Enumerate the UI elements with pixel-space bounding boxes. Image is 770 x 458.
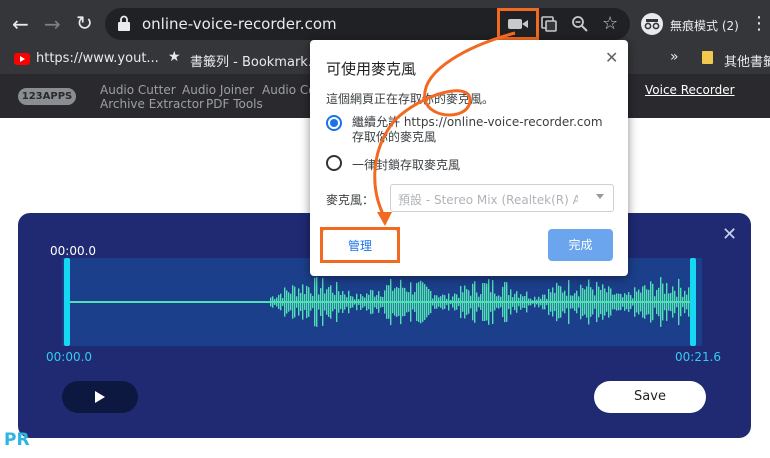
- star-icon: ★: [168, 49, 181, 65]
- mic-select-value: 預設 - Stereo Mix (Realtek(R) A...: [398, 193, 578, 207]
- profile-label[interactable]: 無痕模式 (2): [670, 17, 739, 34]
- trim-handle-end[interactable]: [690, 258, 696, 346]
- url-text[interactable]: online-voice-recorder.com: [142, 15, 337, 33]
- waveform: [270, 277, 690, 327]
- option-block-label[interactable]: 一律封鎖存取麥克風: [352, 156, 460, 173]
- mic-label: 麥克風：: [326, 193, 375, 207]
- zoom-out-icon[interactable]: [571, 15, 589, 33]
- translate-icon[interactable]: [540, 15, 558, 33]
- chevron-down-icon: [596, 194, 604, 199]
- bookmark-bookmarks-list[interactable]: 書籤列 - Bookmark...: [190, 51, 320, 70]
- start-time: 00:00.0: [46, 350, 93, 364]
- close-icon[interactable]: ✕: [722, 224, 737, 245]
- manage-highlight: [320, 227, 400, 263]
- nav-audio-cutter[interactable]: Audio Cutter: [100, 83, 176, 97]
- save-button[interactable]: Save: [594, 381, 706, 413]
- play-icon: [95, 391, 105, 403]
- site-logo[interactable]: 123APPS: [18, 88, 76, 105]
- option-allow-label[interactable]: 繼續允許 https://online-voice-recorder.com 存…: [352, 115, 614, 145]
- nav-archive-extractor[interactable]: Archive Extractor: [100, 97, 204, 111]
- radio-block[interactable]: [326, 155, 342, 171]
- forward-icon[interactable]: →: [44, 14, 61, 34]
- youtube-icon: [14, 53, 30, 65]
- nav-voice-recorder[interactable]: Voice Recorder: [645, 83, 735, 97]
- nav-audio-converter[interactable]: Audio Co: [262, 83, 316, 97]
- bookmark-other[interactable]: 其他書籤: [724, 51, 770, 70]
- current-time: 00:00.0: [50, 244, 97, 258]
- play-button[interactable]: [62, 381, 138, 413]
- bookmark-star-icon[interactable]: ☆: [602, 13, 618, 34]
- reload-icon[interactable]: ↻: [76, 13, 93, 33]
- camera-icon[interactable]: [506, 17, 530, 31]
- popup-subtitle: 這個網頁正在存取你的麥克風。: [326, 92, 495, 106]
- end-time: 00:21.6: [675, 350, 722, 364]
- done-button[interactable]: 完成: [548, 229, 613, 261]
- trim-handle-start[interactable]: [64, 258, 70, 346]
- popup-title: 可使用麥克風: [326, 60, 417, 78]
- bookmark-youtube[interactable]: https://www.yout...: [36, 51, 159, 66]
- bookmarks-overflow[interactable]: »: [670, 49, 679, 65]
- back-icon[interactable]: ←: [12, 14, 29, 34]
- lock-icon: [118, 15, 130, 31]
- menu-icon[interactable]: ⋮: [750, 13, 768, 34]
- nav-audio-joiner[interactable]: Audio Joiner: [182, 83, 254, 97]
- folder-icon: [702, 51, 713, 64]
- close-icon[interactable]: ✕: [605, 48, 618, 67]
- nav-pdf-tools[interactable]: PDF Tools: [206, 97, 263, 111]
- watermark: PR: [4, 430, 30, 450]
- radio-allow[interactable]: [326, 115, 342, 131]
- incognito-icon: [641, 13, 663, 35]
